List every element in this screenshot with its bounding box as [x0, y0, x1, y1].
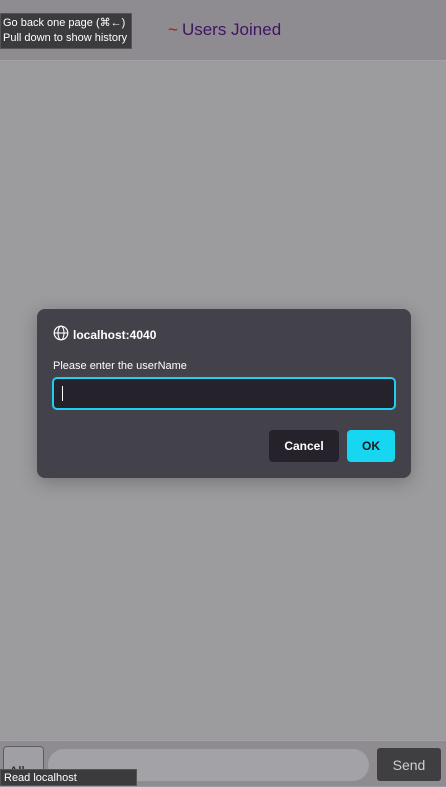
title-tilde: ~: [168, 20, 178, 39]
status-tooltip: Read localhost: [0, 769, 137, 786]
prompt-dialog: localhost:4040 Please enter the userName…: [37, 309, 411, 478]
dialog-message: Please enter the userName: [53, 360, 187, 372]
text-caret: [62, 386, 63, 401]
tooltip-line-history: Pull down to show history: [3, 32, 128, 44]
page-title: ~ Users Joined: [168, 20, 281, 40]
tooltip-line-back: Go back one page (⌘←): [3, 17, 126, 29]
ok-button[interactable]: OK: [347, 430, 395, 462]
title-text: Users Joined: [181, 20, 282, 39]
globe-icon: [53, 325, 73, 344]
dialog-origin: localhost:4040: [53, 325, 156, 344]
back-navigation-tooltip: Go back one page (⌘←) Pull down to show …: [0, 13, 133, 49]
dialog-origin-label: localhost:4040: [73, 327, 157, 342]
send-button[interactable]: Send: [377, 748, 441, 781]
username-input[interactable]: [52, 377, 396, 410]
cancel-button[interactable]: Cancel: [269, 430, 339, 462]
